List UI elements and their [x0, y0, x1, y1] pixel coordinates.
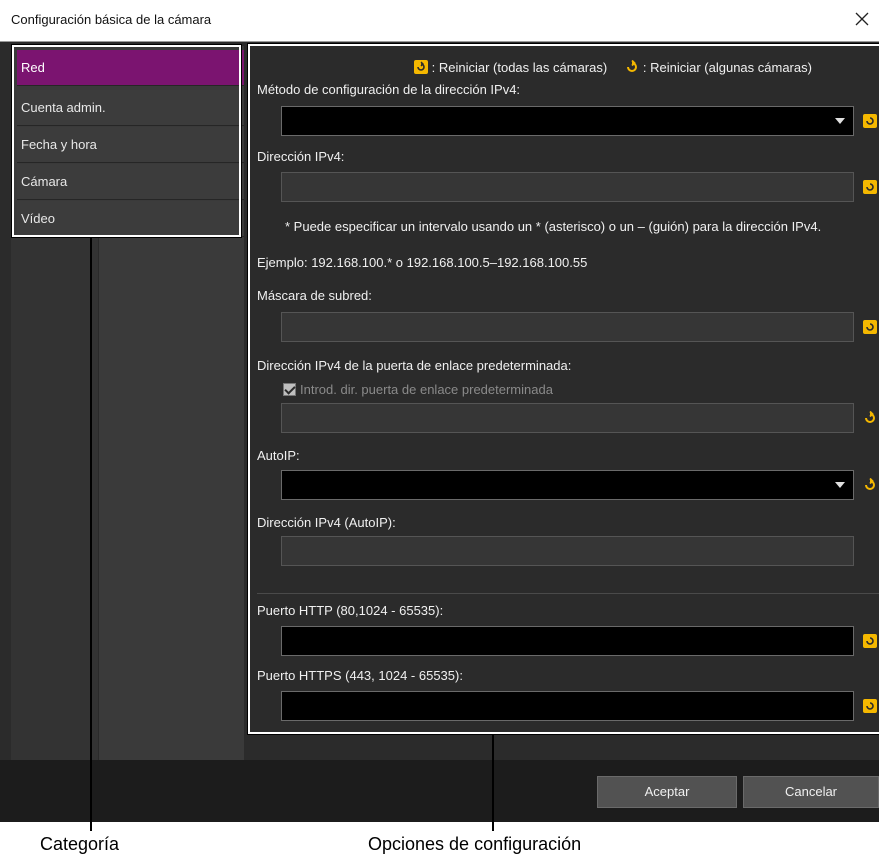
category-callout-label: Categoría: [40, 834, 120, 854]
options-callout-label: Opciones de configuración: [368, 834, 582, 854]
camera-basic-settings-dialog: Configuración básica de la cámara Red Cu…: [0, 0, 879, 822]
accept-button[interactable]: Aceptar: [597, 776, 737, 808]
close-icon[interactable]: [851, 8, 873, 30]
category-highlight-frame: [11, 44, 242, 238]
category-callout-line: [90, 237, 92, 831]
title-bar: Configuración básica de la cámara: [0, 0, 879, 42]
window-title: Configuración básica de la cámara: [11, 12, 212, 27]
options-callout-line: [492, 735, 494, 831]
category-panel-filler: [11, 236, 99, 760]
cancel-button[interactable]: Cancelar: [743, 776, 879, 808]
options-highlight-frame: [247, 43, 879, 735]
